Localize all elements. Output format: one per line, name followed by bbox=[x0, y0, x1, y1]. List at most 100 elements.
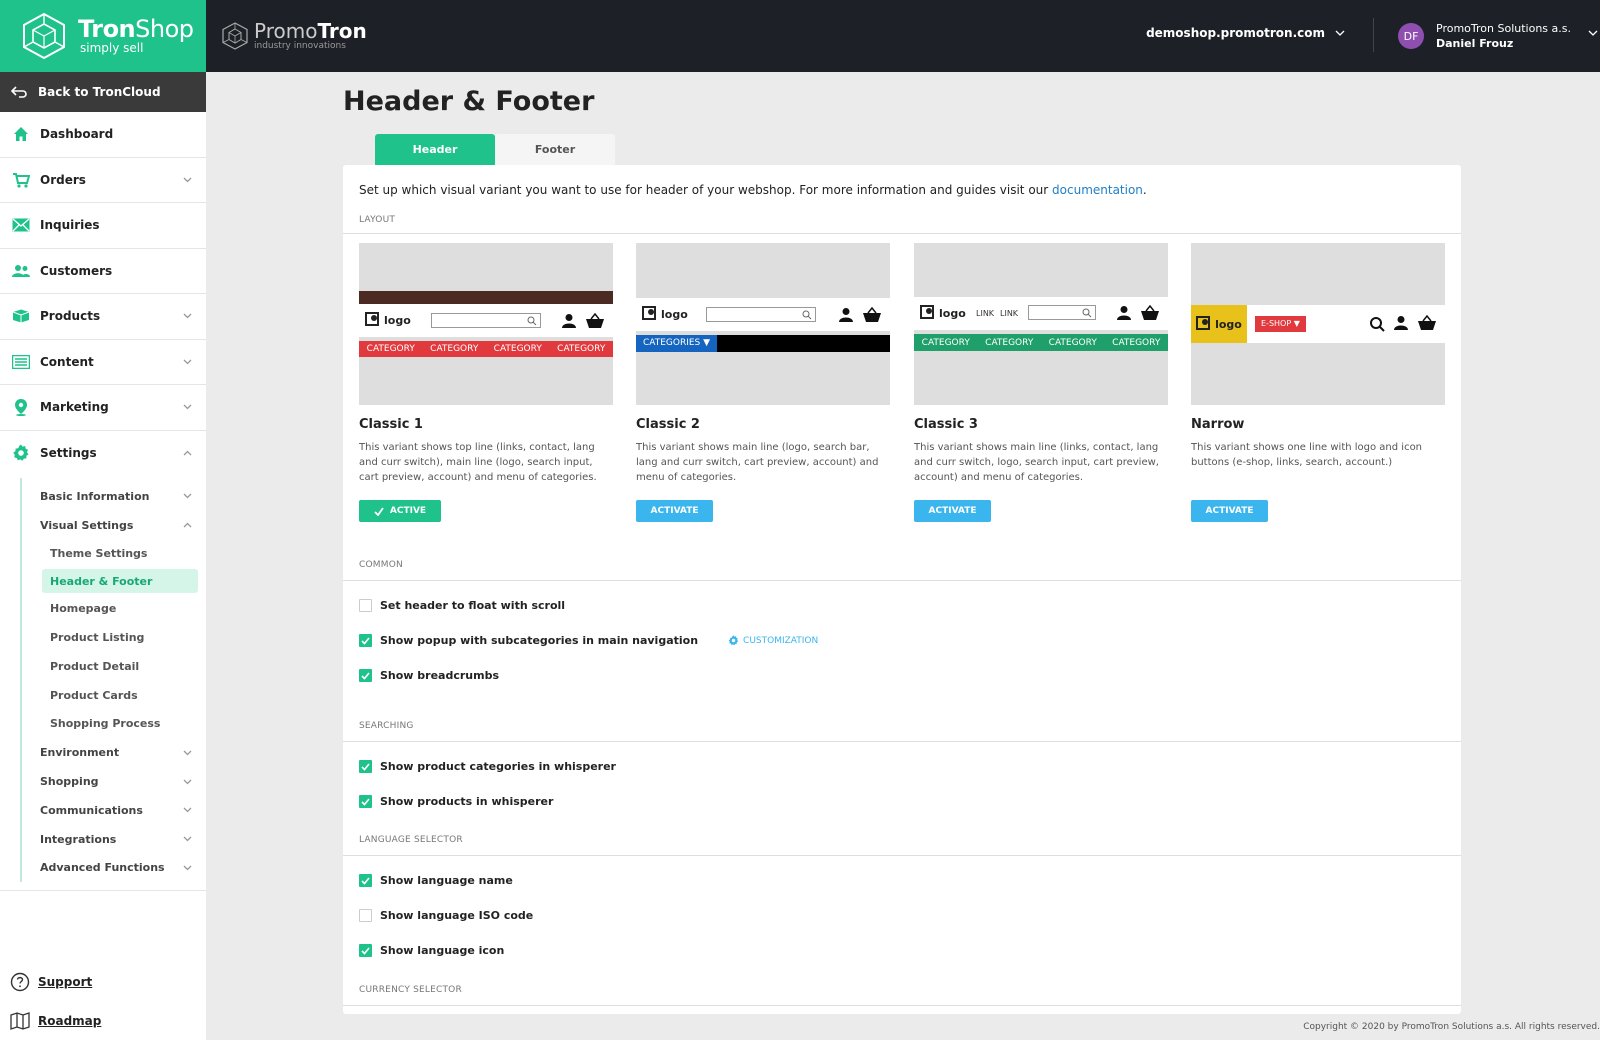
logo-icon bbox=[365, 312, 379, 326]
brand-logo[interactable]: TronShop simply sell bbox=[0, 0, 206, 72]
variant-card-narrow: logo E-SHOP ▼ Narrow This variant shows … bbox=[1191, 243, 1445, 522]
user-icon bbox=[562, 314, 576, 328]
sidebar-item-products[interactable]: Products bbox=[0, 294, 206, 340]
variant-activate-button[interactable]: ACTIVATE bbox=[1191, 500, 1268, 522]
brand-name-bold: Tron bbox=[78, 15, 136, 43]
variant-active-button[interactable]: ACTIVE bbox=[359, 500, 441, 522]
checkbox-breadcrumbs[interactable] bbox=[359, 669, 372, 682]
variant-preview-classic-3[interactable]: logo LINK LINK CATEGORY CATEGORY CATEGORY C… bbox=[914, 243, 1168, 405]
checkbox-language-name[interactable] bbox=[359, 874, 372, 887]
section-divider bbox=[343, 1005, 1461, 1006]
chevron-down-icon bbox=[182, 777, 192, 787]
checkbox-language-icon[interactable] bbox=[359, 944, 372, 957]
section-label-layout: LAYOUT bbox=[359, 215, 396, 225]
pin-icon bbox=[12, 398, 30, 417]
tab-header[interactable]: Header bbox=[375, 134, 495, 165]
preview-search-bar bbox=[706, 307, 816, 322]
sidebar-subitem-advanced-functions[interactable]: Advanced Functions bbox=[0, 854, 206, 883]
chevron-down-icon bbox=[182, 863, 192, 873]
sidebar-item-marketing[interactable]: Marketing bbox=[0, 385, 206, 431]
variant-description: This variant shows top line (links, cont… bbox=[359, 442, 597, 483]
sidebar-subitem-product-detail[interactable]: Product Detail bbox=[0, 652, 206, 681]
sidebar-item-settings[interactable]: Settings bbox=[0, 431, 206, 477]
customization-link[interactable]: CUSTOMIZATION bbox=[728, 635, 818, 646]
sidebar-subitem-communications[interactable]: Communications bbox=[0, 796, 206, 825]
option-categories-whisperer[interactable]: Show product categories in whisperer bbox=[359, 760, 616, 773]
search-icon bbox=[1082, 308, 1092, 318]
sidebar-subitem-product-listing[interactable]: Product Listing bbox=[0, 623, 206, 652]
sidebar-item-customers[interactable]: Customers bbox=[0, 249, 206, 294]
option-language-icon[interactable]: Show language icon bbox=[359, 944, 504, 957]
sidebar-item-inquiries[interactable]: Inquiries bbox=[0, 203, 206, 249]
promotron-logo[interactable]: PromoTron industry innovations bbox=[206, 21, 367, 51]
variant-name: Classic 2 bbox=[636, 417, 700, 432]
roadmap-link[interactable]: Roadmap bbox=[0, 1001, 206, 1040]
user-company: PromoTron Solutions a.s. bbox=[1436, 22, 1571, 35]
option-language-name[interactable]: Show language name bbox=[359, 874, 513, 887]
domain-selector[interactable]: demoshop.promotron.com bbox=[1146, 26, 1345, 40]
variant-activate-button[interactable]: ACTIVATE bbox=[636, 500, 713, 522]
sidebar-subitem-shopping[interactable]: Shopping bbox=[0, 767, 206, 796]
tab-footer[interactable]: Footer bbox=[495, 134, 615, 165]
option-subcategory-popup[interactable]: Show popup with subcategories in main na… bbox=[359, 634, 818, 647]
sidebar-subitem-homepage[interactable]: Homepage bbox=[0, 594, 206, 623]
back-to-troncloud-button[interactable]: Back to TronCloud bbox=[0, 72, 206, 112]
chevron-up-icon bbox=[182, 448, 192, 458]
user-menu[interactable]: DF PromoTron Solutions a.s. Daniel Frouz bbox=[1374, 0, 1600, 72]
support-link[interactable]: Support bbox=[0, 962, 206, 1001]
variant-name: Narrow bbox=[1191, 417, 1245, 432]
sidebar-subitem-basic-information[interactable]: Basic Information bbox=[0, 482, 206, 511]
back-arrow-icon bbox=[10, 86, 27, 98]
sidebar-subitem-theme-settings[interactable]: Theme Settings bbox=[0, 540, 206, 569]
section-divider bbox=[343, 233, 1461, 234]
chevron-down-icon bbox=[1335, 30, 1345, 36]
map-icon bbox=[10, 1011, 30, 1030]
variant-description: This variant shows main line (logo, sear… bbox=[636, 442, 879, 483]
basket-icon bbox=[1141, 305, 1159, 320]
search-icon bbox=[802, 310, 812, 320]
sidebar-subitem-product-cards[interactable]: Product Cards bbox=[0, 681, 206, 710]
search-icon bbox=[1370, 317, 1385, 332]
brand-name-rest: Shop bbox=[135, 15, 194, 43]
avatar: DF bbox=[1398, 23, 1424, 49]
section-divider bbox=[343, 741, 1461, 742]
sidebar-item-orders[interactable]: Orders bbox=[0, 158, 206, 203]
gear-icon bbox=[728, 635, 739, 646]
check-icon bbox=[361, 946, 370, 955]
sidebar-subitem-integrations[interactable]: Integrations bbox=[0, 825, 206, 854]
promotron-name-light: Promo bbox=[254, 19, 318, 43]
variant-preview-classic-1[interactable]: logo CATEGORY CATEGORY CATEGORY CATEGORY bbox=[359, 243, 613, 405]
preview-search-bar bbox=[431, 313, 541, 328]
cart-icon bbox=[12, 171, 30, 189]
option-products-whisperer[interactable]: Show products in whisperer bbox=[359, 795, 553, 808]
sidebar-subitem-visual-settings[interactable]: Visual Settings bbox=[0, 511, 206, 540]
variant-card-classic-3: logo LINK LINK CATEGORY CATEGORY CATEGORY C… bbox=[914, 243, 1168, 522]
option-float-header[interactable]: Set header to float with scroll bbox=[359, 599, 565, 612]
checkbox-float-header[interactable] bbox=[359, 599, 372, 612]
variant-preview-classic-2[interactable]: logo CATEGORIES ▼ bbox=[636, 243, 890, 405]
chevron-down-icon bbox=[182, 748, 192, 758]
variant-activate-button[interactable]: ACTIVATE bbox=[914, 500, 991, 522]
basket-icon bbox=[1418, 315, 1436, 330]
checkbox-subcategory-popup[interactable] bbox=[359, 634, 372, 647]
checkbox-categories-whisperer[interactable] bbox=[359, 760, 372, 773]
variant-preview-narrow[interactable]: logo E-SHOP ▼ bbox=[1191, 243, 1445, 405]
chevron-down-icon bbox=[182, 175, 192, 185]
chevron-down-icon bbox=[182, 805, 192, 815]
sidebar-subitem-environment[interactable]: Environment bbox=[0, 738, 206, 767]
documentation-link[interactable]: documentation bbox=[1052, 183, 1143, 197]
tab-bar: Header Footer bbox=[375, 134, 615, 165]
option-breadcrumbs[interactable]: Show breadcrumbs bbox=[359, 669, 499, 682]
section-label-searching: SEARCHING bbox=[359, 721, 414, 731]
sidebar-subitem-shopping-process[interactable]: Shopping Process bbox=[0, 710, 206, 739]
sidebar-item-content[interactable]: Content bbox=[0, 340, 206, 385]
sidebar-subitem-header-footer[interactable]: Header & Footer bbox=[42, 569, 198, 594]
checkbox-products-whisperer[interactable] bbox=[359, 795, 372, 808]
help-icon bbox=[10, 972, 30, 991]
sidebar-item-dashboard[interactable]: Dashboard bbox=[0, 112, 206, 158]
check-icon bbox=[361, 797, 370, 806]
checkbox-language-iso[interactable] bbox=[359, 909, 372, 922]
section-divider bbox=[343, 855, 1461, 856]
preview-search-bar bbox=[1028, 305, 1096, 320]
option-language-iso[interactable]: Show language ISO code bbox=[359, 909, 533, 922]
